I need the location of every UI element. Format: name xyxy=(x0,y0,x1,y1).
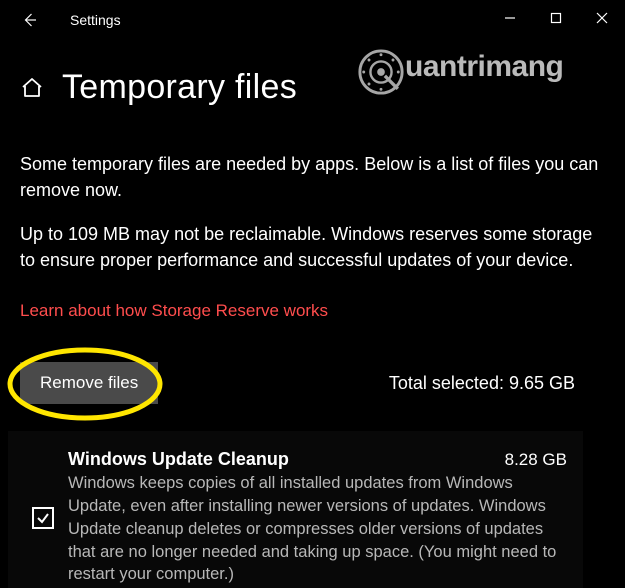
home-icon[interactable] xyxy=(20,76,44,100)
page-title: Temporary files xyxy=(62,68,297,107)
window-controls xyxy=(487,0,625,36)
maximize-icon xyxy=(550,12,562,24)
minimize-button[interactable] xyxy=(487,0,533,36)
back-button[interactable] xyxy=(20,10,40,30)
item-name: Windows Update Cleanup xyxy=(68,449,289,470)
remove-files-button[interactable]: Remove files xyxy=(20,362,158,404)
description-2: Up to 109 MB may not be reclaimable. Win… xyxy=(20,221,605,273)
close-icon xyxy=(596,12,608,24)
list-item[interactable]: Windows Update Cleanup 8.28 GB Windows k… xyxy=(8,439,583,588)
checkmark-icon xyxy=(36,511,50,525)
maximize-button[interactable] xyxy=(533,0,579,36)
total-selected-label: Total selected: 9.65 GB xyxy=(389,373,605,394)
arrow-left-icon xyxy=(21,11,39,29)
page-header: Temporary files xyxy=(0,68,625,107)
file-list: Windows Update Cleanup 8.28 GB Windows k… xyxy=(8,431,583,588)
minimize-icon xyxy=(504,12,516,24)
content-area: Some temporary files are needed by apps.… xyxy=(0,151,625,588)
app-title: Settings xyxy=(70,12,121,28)
checkbox[interactable] xyxy=(32,507,54,529)
item-description: Windows keeps copies of all installed up… xyxy=(68,472,567,586)
close-button[interactable] xyxy=(579,0,625,36)
storage-reserve-link[interactable]: Learn about how Storage Reserve works xyxy=(20,301,328,321)
description-1: Some temporary files are needed by apps.… xyxy=(20,151,605,203)
item-size: 8.28 GB xyxy=(505,450,567,470)
titlebar: Settings xyxy=(0,0,625,40)
action-row: Remove files Total selected: 9.65 GB xyxy=(20,353,605,413)
